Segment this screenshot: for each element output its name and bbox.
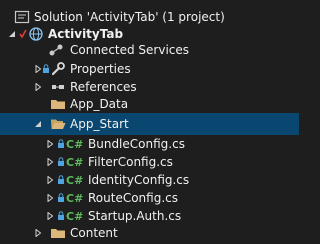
- tree-item-app-data[interactable]: App_Data: [0, 93, 299, 115]
- solution-explorer-tree: Solution 'ActivityTab' (1 project) Activ…: [0, 0, 299, 243]
- svg-text:C#: C#: [66, 156, 83, 169]
- tree-item-content[interactable]: Content: [0, 222, 299, 244]
- app-start-label: App_Start: [70, 117, 129, 131]
- folder-icon: [50, 93, 66, 115]
- svg-text:C#: C#: [66, 192, 83, 205]
- expanded-arrow-icon[interactable]: [34, 113, 42, 135]
- content-label: Content: [70, 226, 118, 240]
- folder-open-icon: [50, 113, 66, 135]
- tree-item-app-start[interactable]: App_Start: [0, 113, 299, 135]
- app-data-label: App_Data: [70, 97, 129, 111]
- collapsed-arrow-icon[interactable]: [34, 222, 42, 244]
- svg-text:C#: C#: [66, 174, 83, 187]
- folder-icon: [50, 222, 66, 244]
- svg-text:C#: C#: [66, 138, 83, 151]
